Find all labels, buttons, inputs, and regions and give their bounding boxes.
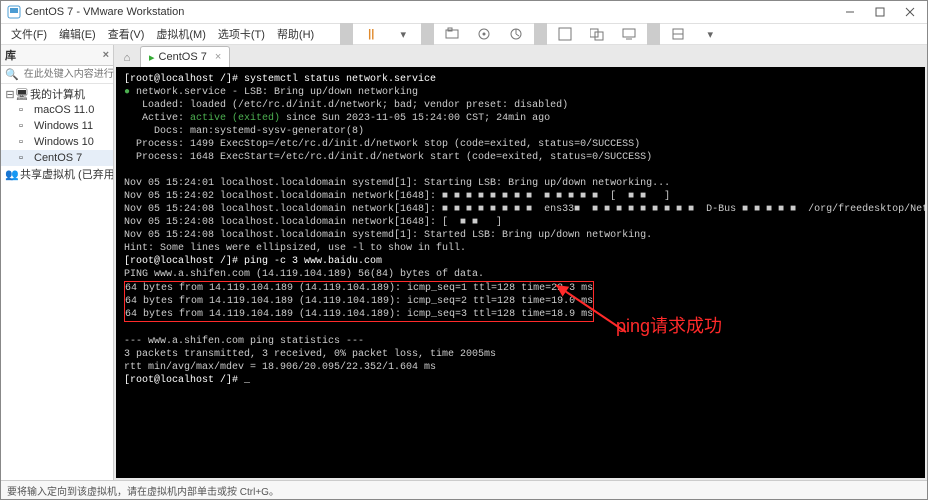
unity-icon[interactable]	[581, 22, 613, 46]
close-button[interactable]	[895, 2, 925, 22]
stretch-icon[interactable]	[662, 22, 694, 46]
menu-vm[interactable]: 虚拟机(M)	[150, 24, 212, 44]
statusbar-text: 要将输入定向到该虚拟机，请在虚拟机内部单击或按 Ctrl+G。	[7, 483, 279, 498]
minimize-button[interactable]	[835, 2, 865, 22]
caret-down-icon[interactable]: ▾	[387, 22, 419, 46]
tree-item-macos[interactable]: ▫macOS 11.0	[1, 102, 113, 118]
vm-icon: ▫	[19, 136, 31, 148]
maximize-button[interactable]	[865, 2, 895, 22]
sidebar-header: 库 ×	[1, 45, 113, 66]
computer-icon: 🖥	[15, 88, 27, 100]
statusbar: 要将输入定向到该虚拟机，请在虚拟机内部单击或按 Ctrl+G。	[1, 480, 927, 499]
sidebar-search: 🔍 ▾	[1, 66, 113, 84]
console-icon[interactable]	[613, 22, 645, 46]
annotation-text: ping请求成功	[616, 312, 722, 338]
menu-edit[interactable]: 编辑(E)	[53, 24, 102, 44]
vm-icon: ▫	[19, 104, 31, 116]
menu-view[interactable]: 查看(V)	[102, 24, 151, 44]
vm-icon: ▫	[19, 120, 31, 132]
menu-file[interactable]: 文件(F)	[5, 24, 53, 44]
snapshot-manager-icon[interactable]	[500, 22, 532, 46]
snapshot-icon[interactable]	[436, 22, 468, 46]
tree-item-win10[interactable]: ▫Windows 10	[1, 134, 113, 150]
app-window: CentOS 7 - VMware Workstation 文件(F) 编辑(E…	[0, 0, 928, 500]
vmware-logo-icon	[7, 5, 21, 19]
guest-console[interactable]: [root@localhost /]# systemctl status net…	[116, 67, 925, 478]
sidebar-title: 库	[5, 47, 16, 63]
main-area: ⌂ ▸ CentOS 7 × [root@localhost /]# syste…	[114, 45, 927, 480]
vm-running-icon: ▸	[149, 51, 155, 64]
vm-tree: ⊟🖥我的计算机 ▫macOS 11.0 ▫Windows 11 ▫Windows…	[1, 84, 113, 480]
tree-item-win11[interactable]: ▫Windows 11	[1, 118, 113, 134]
send-cad-icon[interactable]	[468, 22, 500, 46]
tab-close-icon[interactable]: ×	[215, 51, 221, 63]
menu-help[interactable]: 帮助(H)	[271, 24, 320, 44]
sidebar: 库 × 🔍 ▾ ⊟🖥我的计算机 ▫macOS 11.0 ▫Windows 11 …	[1, 45, 114, 480]
pause-button[interactable]: ||	[355, 22, 387, 46]
caret-down-icon[interactable]: ▾	[694, 22, 726, 46]
menubar: 文件(F) 编辑(E) 查看(V) 虚拟机(M) 选项卡(T) 帮助(H) ||…	[1, 24, 927, 45]
home-tab-icon[interactable]: ⌂	[118, 49, 136, 67]
terminal-output: [root@localhost /]# systemctl status net…	[116, 67, 925, 478]
titlebar: CentOS 7 - VMware Workstation	[1, 1, 927, 24]
search-icon: 🔍	[5, 68, 19, 81]
tree-shared[interactable]: 👥共享虚拟机 (已弃用)	[1, 166, 113, 182]
fullscreen-icon[interactable]	[549, 22, 581, 46]
tab-row: ⌂ ▸ CentOS 7 ×	[114, 45, 927, 67]
tree-item-centos7[interactable]: ▫CentOS 7	[1, 150, 113, 166]
vm-icon: ▫	[19, 152, 31, 164]
shared-icon: 👥	[5, 168, 17, 180]
window-title: CentOS 7 - VMware Workstation	[25, 6, 835, 18]
sidebar-close-icon[interactable]: ×	[103, 49, 109, 61]
tree-root[interactable]: ⊟🖥我的计算机	[1, 86, 113, 102]
menu-tabs[interactable]: 选项卡(T)	[212, 24, 271, 44]
tab-centos7[interactable]: ▸ CentOS 7 ×	[140, 46, 230, 67]
tab-label: CentOS 7	[159, 51, 207, 63]
